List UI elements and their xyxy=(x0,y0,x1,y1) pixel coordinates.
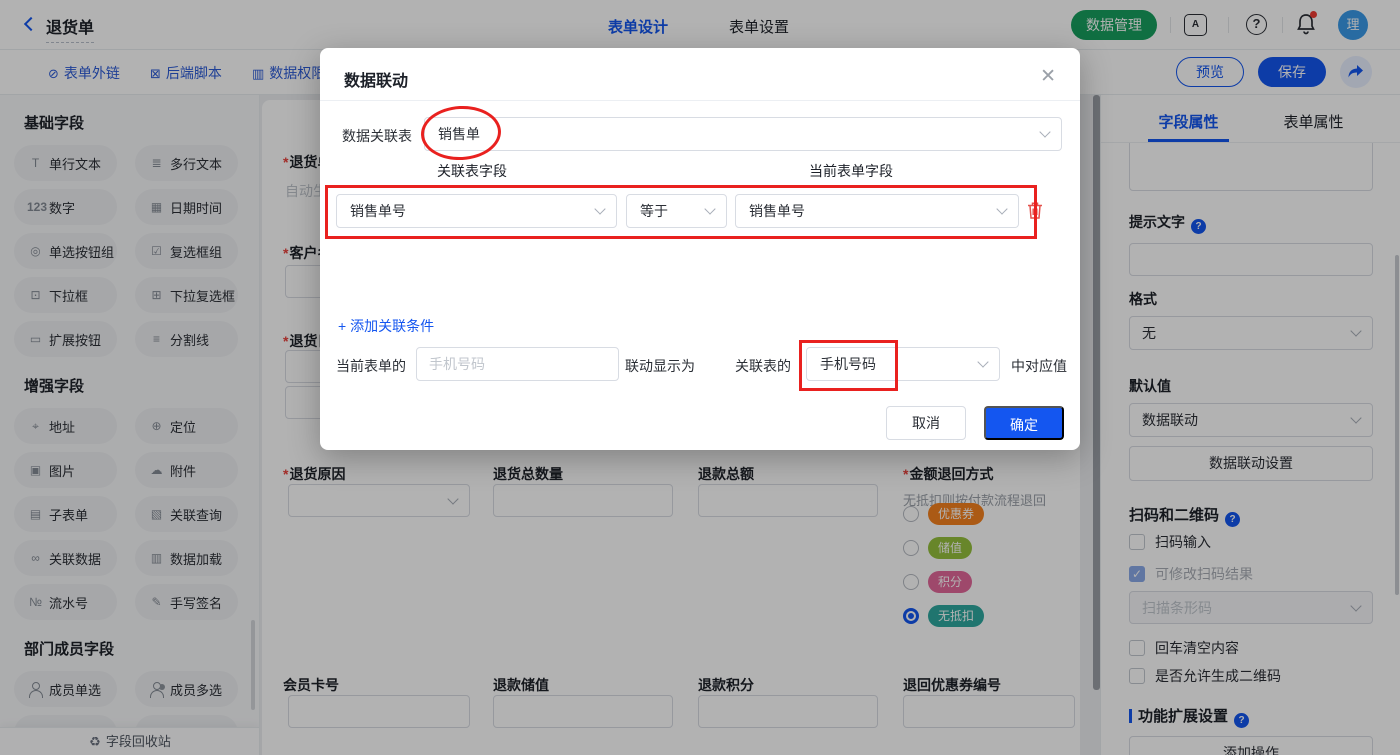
relation-field-select[interactable]: 手机号码 xyxy=(806,347,1000,381)
condition-left-select[interactable]: 销售单号 xyxy=(336,194,617,228)
modal-title: 数据联动 xyxy=(344,67,408,91)
form-designer-app: 退货单 表单设计 表单设置 数据管理 A ? 理 ⊘表单外链 ⊠后端脚本 ▥数据… xyxy=(0,0,1400,755)
chevron-down-icon xyxy=(704,203,715,214)
relation-table-select[interactable]: 销售单 xyxy=(424,117,1062,151)
chevron-down-icon xyxy=(594,203,605,214)
relation-table-label: 数据关联表 xyxy=(342,126,412,146)
current-field-input[interactable] xyxy=(416,347,619,381)
plus-icon: + xyxy=(338,318,346,334)
current-form-label: 当前表单的 xyxy=(336,356,406,376)
condition-operator-select[interactable]: 等于 xyxy=(626,194,727,228)
divider xyxy=(320,100,1080,101)
suffix-label: 中对应值 xyxy=(1011,356,1067,376)
column-header-right: 当前表单字段 xyxy=(809,161,893,181)
trash-icon[interactable] xyxy=(1026,201,1044,225)
chevron-down-icon xyxy=(977,356,988,367)
relation-of-label: 关联表的 xyxy=(735,356,791,376)
column-header-left: 关联表字段 xyxy=(437,161,507,181)
close-icon[interactable]: ✕ xyxy=(1040,65,1056,88)
add-condition-link[interactable]: + 添加关联条件 xyxy=(338,316,434,336)
display-as-label: 联动显示为 xyxy=(625,356,695,376)
confirm-button[interactable]: 确定 xyxy=(984,406,1064,440)
cancel-button[interactable]: 取消 xyxy=(886,406,966,440)
condition-right-select[interactable]: 销售单号 xyxy=(735,194,1019,228)
data-linkage-modal: 数据联动 ✕ 数据关联表 销售单 关联表字段 当前表单字段 销售单号 等于 销售… xyxy=(320,48,1080,450)
chevron-down-icon xyxy=(1039,126,1050,137)
chevron-down-icon xyxy=(996,203,1007,214)
